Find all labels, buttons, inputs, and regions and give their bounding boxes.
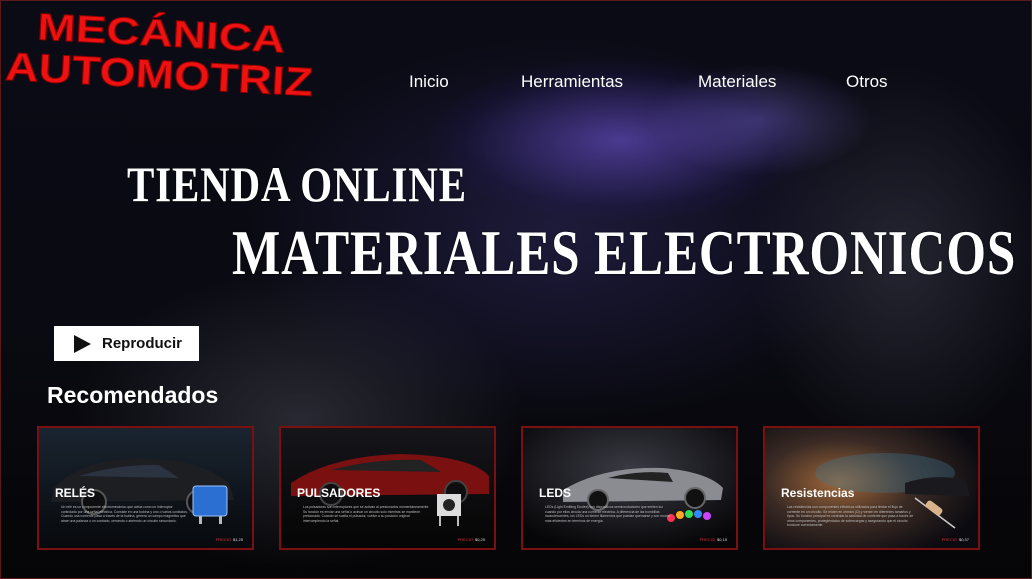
card-price-label: PRECIO [941,537,957,542]
card-price-value: $0,15 [716,537,727,542]
play-button-label: Reproducir [102,335,183,352]
recommended-heading: Recomendados [47,382,219,408]
card-price-value: $1,25 [232,537,243,542]
product-card-leds[interactable]: LEDS LEDs (Light Emitting Diodes) son di… [521,426,738,550]
product-card-resistencias[interactable]: Resistencias Las resistencias son compon… [763,426,980,550]
nav-inicio[interactable]: Inicio [409,72,449,92]
card-title-reles: RELÉS [55,486,96,500]
product-card-reles[interactable]: RELÉS Un relé es un componente electrome… [37,426,254,550]
card-price-label: PRECIO [699,537,715,542]
card-price-resistencias: PRECIO $0,37 [942,537,969,542]
card-desc-resistencias: Las resistencias son componentes eléctri… [787,505,914,528]
card-price-label: PRECIO [457,537,473,542]
card-title-resistencias: Resistencias [781,486,855,500]
card-price-value: $0,37 [958,537,969,542]
nav-otros[interactable]: Otros [846,72,888,92]
card-price-label: PRECIO [215,537,231,542]
play-icon [74,334,91,353]
top-nav: Inicio Herramientas Materiales Otros [0,72,1032,98]
nav-herramientas[interactable]: Herramientas [521,72,623,92]
card-desc-leds: LEDs (Light Emitting Diodes) son disposi… [545,505,671,523]
card-title-leds: LEDS [539,486,572,500]
hero-title-line-2: MATERIALES ELECTRONICOS [232,217,1017,288]
card-price-value: $0,25 [474,537,485,542]
play-button[interactable]: Reproducir [54,326,199,361]
card-desc-pulsadores: Los pulsadores son interruptores que se … [303,505,430,523]
card-desc-reles: Un relé es un componente electromecánico… [61,505,188,523]
product-card-pulsadores[interactable]: PULSADORES Los pulsadores son interrupto… [279,426,496,550]
nav-materiales[interactable]: Materiales [698,72,776,92]
hero-title-line-1: TIENDA ONLINE [127,156,467,212]
card-price-pulsadores: PRECIO $0,25 [458,537,485,542]
card-title-pulsadores: PULSADORES [297,486,381,500]
card-price-leds: PRECIO $0,15 [700,537,727,542]
card-price-reles: PRECIO $1,25 [216,537,243,542]
